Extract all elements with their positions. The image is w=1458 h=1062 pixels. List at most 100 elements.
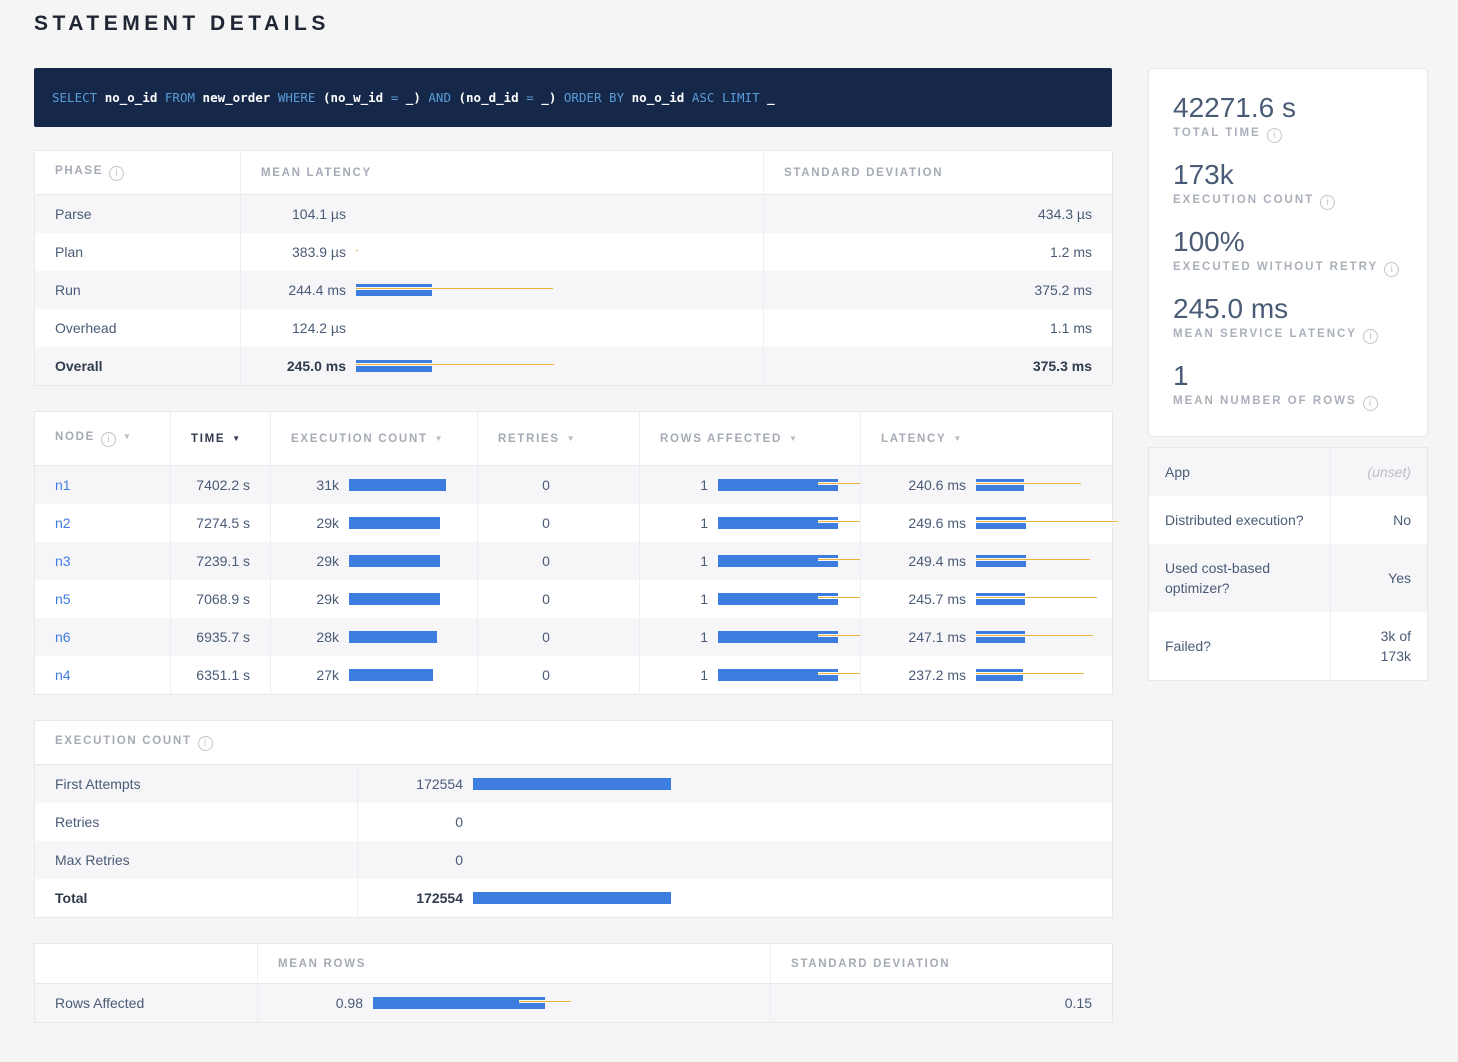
sql-identifier: (no_w_id	[323, 90, 383, 105]
latency-value: 245.7 ms	[881, 591, 966, 607]
sql-identifier: _)	[406, 90, 421, 105]
phase-label: Parse	[35, 195, 241, 234]
mean-latency-value: 124.2 µs	[261, 320, 346, 336]
latency-bar-chart	[976, 479, 1097, 491]
info-icon[interactable]: i	[109, 166, 124, 181]
retries-value: 0	[478, 542, 640, 580]
retries-column-header[interactable]: RETRIES▼	[478, 412, 640, 466]
stat-value: 1	[1173, 359, 1407, 392]
table-row: n1 7402.2 s 31k 0 1 240.6 ms	[35, 466, 1113, 505]
table-row: Overhead 124.2 µs 1.1 ms	[35, 309, 1113, 347]
table-row: First Attempts 172554	[35, 765, 1113, 804]
exec-count-label: Total	[35, 879, 358, 918]
latency-value: 237.2 ms	[881, 667, 966, 683]
phase-table: PHASEi MEAN LATENCY STANDARD DEVIATION P…	[34, 150, 1113, 386]
rows-affected-value: 1	[660, 629, 708, 645]
execution-count-section-header: EXECUTION COUNTi	[35, 721, 1113, 765]
retries-value: 0	[478, 580, 640, 618]
phase-label: Plan	[35, 233, 241, 271]
sort-arrow-icon: ▼	[435, 434, 443, 443]
node-link[interactable]: n2	[55, 515, 71, 531]
mean-latency-value: 245.0 ms	[261, 358, 346, 374]
retries-value: 0	[478, 656, 640, 695]
stat-value: 245.0 ms	[1173, 292, 1407, 325]
rows-affected-value: 1	[660, 667, 708, 683]
node-link[interactable]: n6	[55, 629, 71, 645]
exec-count-value: 0	[378, 814, 463, 830]
executed-without-retry-stat: 100% EXECUTED WITHOUT RETRYi	[1173, 225, 1407, 277]
info-icon[interactable]: i	[101, 432, 116, 447]
info-icon[interactable]: i	[1363, 396, 1378, 411]
stat-value: 42271.6 s	[1173, 91, 1407, 124]
latency-column-header[interactable]: LATENCY▼	[861, 412, 1113, 466]
stat-label: EXECUTED WITHOUT RETRYi	[1173, 261, 1407, 277]
table-row: n6 6935.7 s 28k 0 1 247.1 ms	[35, 618, 1113, 656]
time-value: 7402.2 s	[171, 466, 271, 505]
retries-value: 0	[478, 466, 640, 505]
info-icon[interactable]: i	[1384, 262, 1399, 277]
table-row: Rows Affected 0.98 0.15	[35, 984, 1113, 1023]
rows-bar-chart	[718, 479, 845, 491]
count-bar-chart	[349, 669, 462, 681]
node-link[interactable]: n4	[55, 667, 71, 683]
stat-label: TOTAL TIMEi	[1173, 127, 1407, 143]
table-row: Run 244.4 ms 375.2 ms	[35, 271, 1113, 309]
node-link[interactable]: n3	[55, 553, 71, 569]
info-icon[interactable]: i	[198, 736, 213, 751]
count-bar-chart	[349, 555, 462, 567]
execution-count-table: EXECUTION COUNTi First Attempts 172554 R…	[34, 720, 1113, 918]
info-icon[interactable]: i	[1267, 128, 1282, 143]
latency-bar-chart	[976, 517, 1097, 529]
mean-latency-value: 383.9 µs	[261, 244, 346, 260]
retries-value: 0	[478, 504, 640, 542]
execution-count-column-header[interactable]: EXECUTION COUNT▼	[271, 412, 478, 466]
rows-bar-chart	[718, 631, 845, 643]
node-column-header[interactable]: NODEi▼	[35, 412, 171, 466]
blank-column-header	[35, 944, 258, 984]
std-deviation-column-header: STANDARD DEVIATION	[771, 944, 1113, 984]
distributed-execution-value: No	[1331, 496, 1428, 544]
count-bar-chart	[349, 593, 462, 605]
std-deviation-value: 1.2 ms	[764, 233, 1113, 271]
sql-identifier: (no_d_id	[459, 90, 519, 105]
table-row: n2 7274.5 s 29k 0 1 249.6 ms	[35, 504, 1113, 542]
sql-identifier: new_order	[203, 90, 271, 105]
summary-card: 42271.6 s TOTAL TIMEi 173k EXECUTION COU…	[1148, 68, 1428, 437]
time-column-header[interactable]: TIME▼	[171, 412, 271, 466]
rows-affected-column-header[interactable]: ROWS AFFECTED▼	[640, 412, 861, 466]
sql-keyword: FROM	[165, 90, 195, 105]
table-row: Distributed execution? No	[1149, 496, 1428, 544]
phase-column-header: PHASEi	[35, 151, 241, 195]
std-deviation-value: 1.1 ms	[764, 309, 1113, 347]
execution-count-value: 29k	[291, 591, 339, 607]
sql-identifier: no_o_id	[105, 90, 158, 105]
rows-bar-chart	[718, 517, 845, 529]
sql-operator: =	[526, 90, 534, 105]
std-deviation-value: 434.3 µs	[764, 195, 1113, 234]
node-link[interactable]: n1	[55, 477, 71, 493]
execution-count-value: 29k	[291, 553, 339, 569]
statement-details-page: STATEMENT DETAILS SELECT no_o_id FROM ne…	[0, 0, 1458, 1053]
latency-bar-chart	[976, 555, 1097, 567]
sql-keyword: ASC LIMIT	[692, 90, 760, 105]
info-icon[interactable]: i	[1363, 329, 1378, 344]
info-icon[interactable]: i	[1320, 195, 1335, 210]
table-row: Retries 0	[35, 803, 1113, 841]
sort-arrow-icon: ▼	[232, 434, 240, 443]
rows-bar-chart	[373, 997, 755, 1009]
latency-bar-chart	[356, 322, 748, 334]
latency-bar-chart	[976, 631, 1097, 643]
node-link[interactable]: n5	[55, 591, 71, 607]
stat-label: EXECUTION COUNTi	[1173, 194, 1407, 210]
table-row-overall: Overall 245.0 ms 375.3 ms	[35, 347, 1113, 386]
rows-affected-value: 1	[660, 591, 708, 607]
table-row: n4 6351.1 s 27k 0 1 237.2 ms	[35, 656, 1113, 695]
rows-affected-label: Rows Affected	[35, 984, 258, 1023]
phase-label: Run	[35, 271, 241, 309]
latency-value: 249.6 ms	[881, 515, 966, 531]
mean-rows-column-header: MEAN ROWS	[258, 944, 771, 984]
time-value: 7068.9 s	[171, 580, 271, 618]
count-bar-chart	[473, 816, 1097, 828]
stat-label: MEAN NUMBER OF ROWSi	[1173, 395, 1407, 411]
rows-affected-value: 1	[660, 553, 708, 569]
